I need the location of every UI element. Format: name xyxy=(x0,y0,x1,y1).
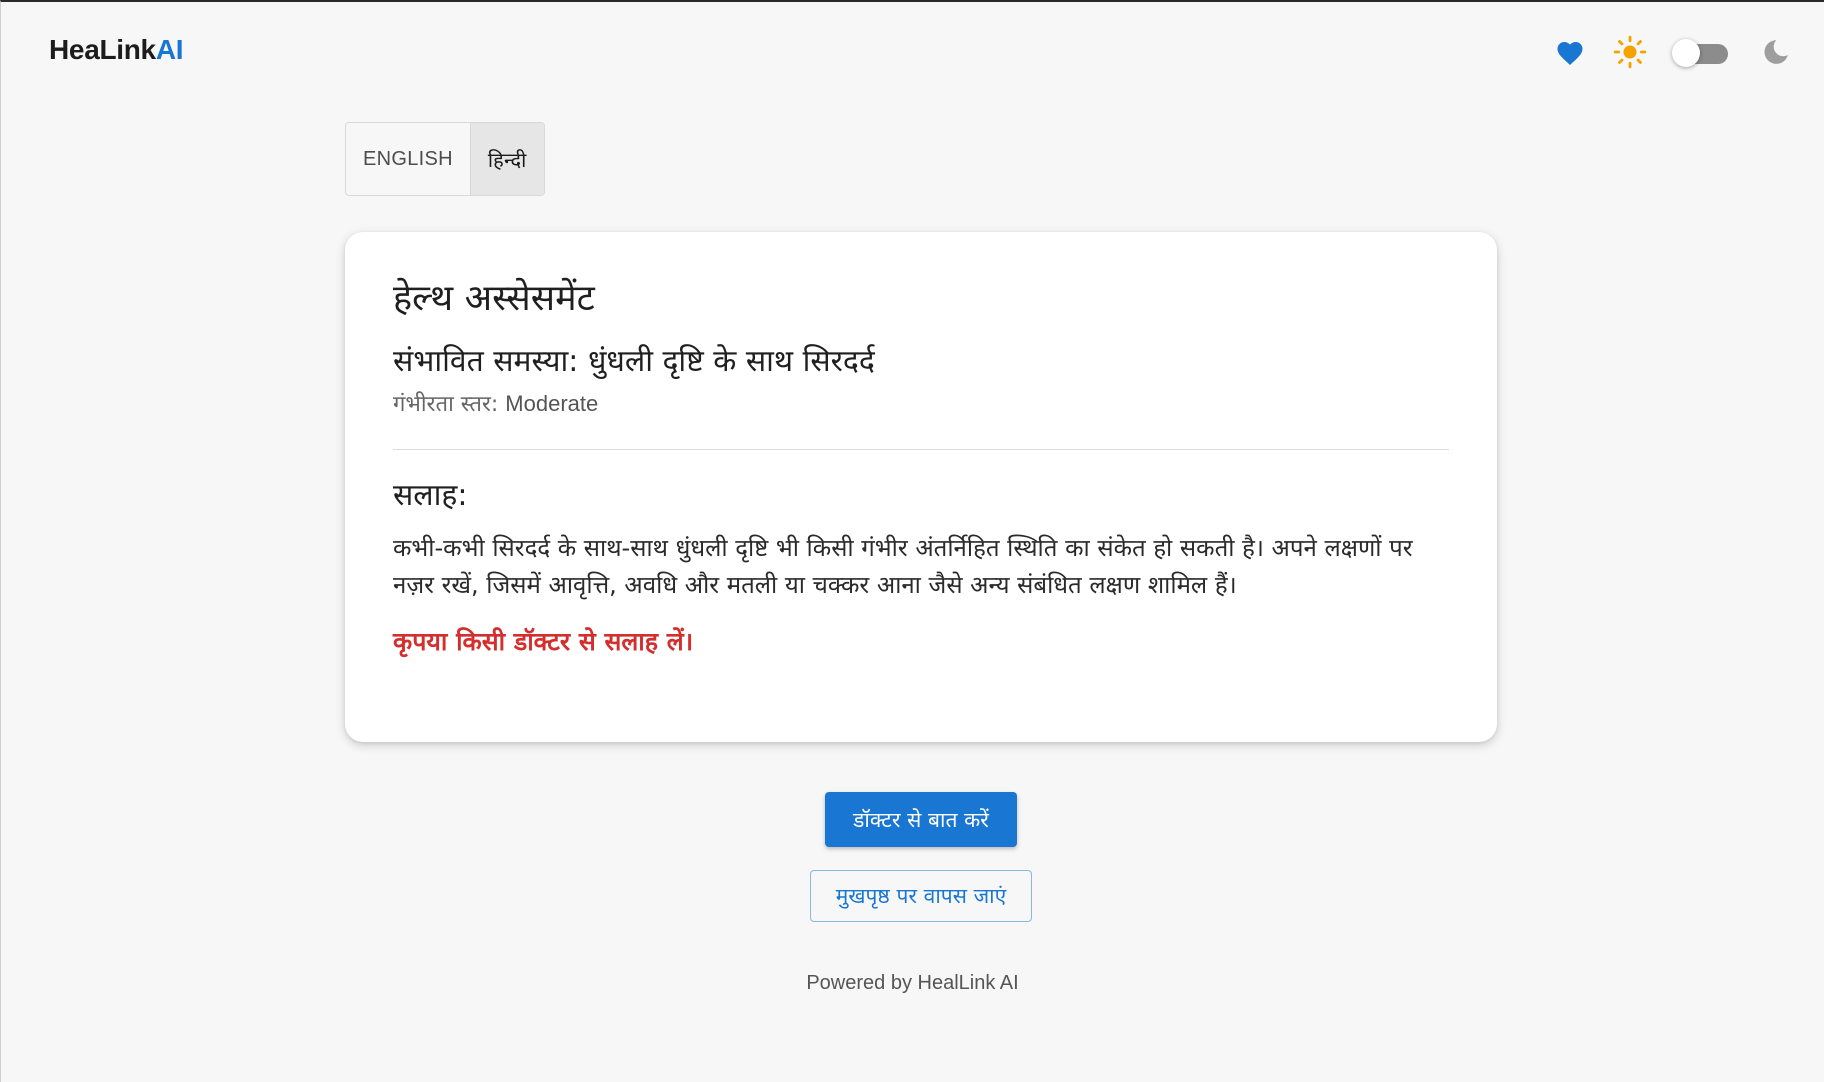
talk-to-doctor-button[interactable]: डॉक्टर से बात करें xyxy=(825,792,1017,847)
problem-label: संभावित समस्या: xyxy=(393,344,579,379)
moon-icon[interactable] xyxy=(1758,34,1794,70)
consult-doctor-warning: कृपया किसी डॉक्टर से सलाह लें। xyxy=(393,627,694,656)
lang-option-hindi[interactable]: हिन्दी xyxy=(469,123,544,195)
footer-text: Powered by HealLink AI xyxy=(806,972,1019,994)
theme-toggle[interactable] xyxy=(1672,34,1730,70)
app-header: HeaLinkAI xyxy=(1,2,1824,102)
back-home-button[interactable]: मुखपृष्ठ पर वापस जाएं xyxy=(810,870,1032,922)
assessment-card: हेल्थ अस्सेसमेंट संभावित समस्या: धुंधली … xyxy=(345,232,1497,742)
logo-text-main: HeaLink xyxy=(49,34,156,65)
language-switch: ENGLISH हिन्दी xyxy=(345,122,545,196)
toggle-thumb xyxy=(1672,39,1700,67)
severity-value: Moderate xyxy=(505,391,599,416)
heart-icon[interactable] xyxy=(1552,34,1588,70)
app-logo[interactable]: HeaLinkAI xyxy=(49,34,184,66)
sun-icon[interactable] xyxy=(1612,34,1648,70)
problem-value: धुंधली दृष्टि के साथ सिरदर्द xyxy=(587,344,875,379)
divider xyxy=(393,449,1449,450)
header-icons xyxy=(1552,34,1794,70)
severity-label: गंभीरता स्तर: xyxy=(393,392,499,417)
logo-text-accent: AI xyxy=(155,34,184,65)
advice-text: कभी-कभी सिरदर्द के साथ-साथ धुंधली दृष्टि… xyxy=(393,534,1413,599)
assessment-title: हेल्थ अस्सेसमेंट xyxy=(393,278,595,319)
advice-heading: सलाह: xyxy=(393,478,468,513)
lang-option-english[interactable]: ENGLISH xyxy=(346,123,470,195)
severity-level: गंभीरता स्तर: Moderate xyxy=(393,388,1449,421)
possible-problem: संभावित समस्या: धुंधली दृष्टि के साथ सिर… xyxy=(393,340,1449,384)
